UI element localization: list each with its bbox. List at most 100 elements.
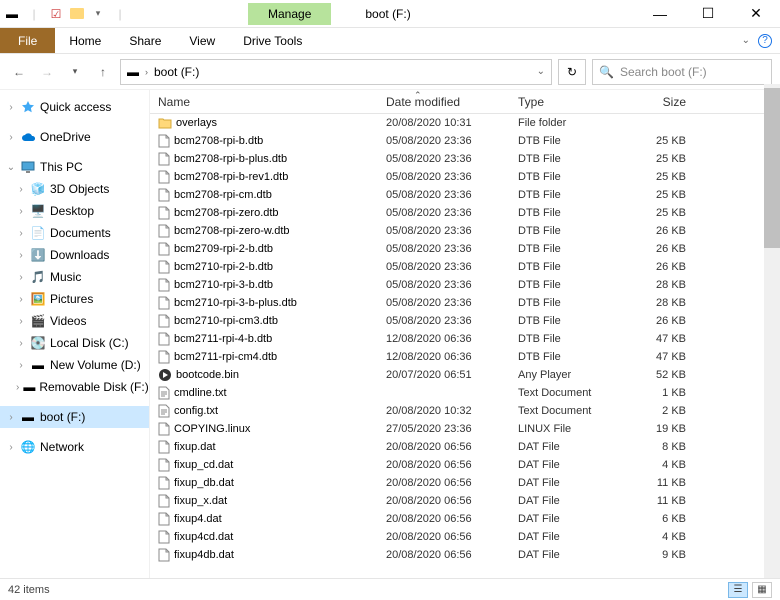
file-row[interactable]: bcm2708-rpi-b.dtb05/08/2020 23:36DTB Fil… — [150, 132, 780, 150]
sidebar-item-onedrive[interactable]: › OneDrive — [0, 126, 149, 148]
sidebar-item-desktop[interactable]: ›🖥️Desktop — [0, 200, 149, 222]
chevron-right-icon[interactable]: › — [6, 412, 16, 423]
thumbnails-view-button[interactable]: ▦ — [752, 582, 772, 598]
file-row[interactable]: bcm2708-rpi-zero.dtb05/08/2020 23:36DTB … — [150, 204, 780, 222]
drive-tools-menu[interactable]: Drive Tools — [229, 28, 316, 53]
history-dropdown-icon[interactable]: ▾ — [64, 61, 86, 83]
qat-dropdown-icon[interactable]: ▾ — [90, 6, 106, 22]
sidebar-item-local-disk[interactable]: ›💽Local Disk (C:) — [0, 332, 149, 354]
file-row[interactable]: COPYING.linux27/05/2020 23:36LINUX File1… — [150, 420, 780, 438]
minimize-button[interactable]: — — [640, 4, 680, 24]
column-size[interactable]: Size — [614, 90, 694, 113]
back-button[interactable]: ← — [8, 61, 30, 83]
maximize-button[interactable]: ☐ — [688, 4, 728, 24]
file-row[interactable]: fixup_db.dat20/08/2020 06:56DAT File11 K… — [150, 474, 780, 492]
file-name: bcm2711-rpi-cm4.dtb — [174, 351, 277, 363]
file-row[interactable]: bcm2710-rpi-3-b-plus.dtb05/08/2020 23:36… — [150, 294, 780, 312]
file-row[interactable]: config.txt20/08/2020 10:32Text Document2… — [150, 402, 780, 420]
sidebar-item-new-volume[interactable]: ›▬New Volume (D:) — [0, 354, 149, 376]
file-row[interactable]: overlays20/08/2020 10:31File folder — [150, 114, 780, 132]
view-menu[interactable]: View — [175, 28, 229, 53]
file-row[interactable]: fixup.dat20/08/2020 06:56DAT File8 KB — [150, 438, 780, 456]
close-button[interactable]: ✕ — [736, 4, 776, 24]
share-menu[interactable]: Share — [115, 28, 175, 53]
file-row[interactable]: bcm2710-rpi-2-b.dtb05/08/2020 23:36DTB F… — [150, 258, 780, 276]
column-type[interactable]: Type — [510, 90, 614, 113]
file-row[interactable]: fixup_cd.dat20/08/2020 06:56DAT File4 KB — [150, 456, 780, 474]
file-row[interactable]: bcm2709-rpi-2-b.dtb05/08/2020 23:36DTB F… — [150, 240, 780, 258]
file-row[interactable]: bcm2708-rpi-zero-w.dtb05/08/2020 23:36DT… — [150, 222, 780, 240]
sidebar-item-3d-objects[interactable]: ›🧊3D Objects — [0, 178, 149, 200]
sidebar-item-videos[interactable]: ›🎬Videos — [0, 310, 149, 332]
usb-drive-icon: ▬ — [20, 410, 36, 424]
home-menu[interactable]: Home — [55, 28, 115, 53]
file-date: 20/08/2020 06:56 — [378, 459, 510, 471]
sidebar-label: New Volume (D:) — [50, 358, 141, 372]
file-size: 47 KB — [614, 333, 694, 345]
chevron-right-icon[interactable]: › — [6, 102, 16, 113]
sidebar-item-pictures[interactable]: ›🖼️Pictures — [0, 288, 149, 310]
chevron-down-icon[interactable]: ⌄ — [6, 162, 16, 173]
address-bar[interactable]: ▬ › boot (F:) ⌄ — [120, 59, 552, 85]
file-name: fixup_cd.dat — [174, 459, 233, 471]
music-icon: 🎵 — [30, 270, 46, 284]
sidebar-item-network[interactable]: › 🌐 Network — [0, 436, 149, 458]
file-row[interactable]: bcm2708-rpi-b-rev1.dtb05/08/2020 23:36DT… — [150, 168, 780, 186]
sidebar-item-boot[interactable]: › ▬ boot (F:) — [0, 406, 149, 428]
search-box[interactable]: 🔍 Search boot (F:) — [592, 59, 772, 85]
file-row[interactable]: bcm2711-rpi-cm4.dtb12/08/2020 06:36DTB F… — [150, 348, 780, 366]
address-dropdown-icon[interactable]: ⌄ — [537, 66, 545, 77]
chevron-right-icon[interactable]: › — [6, 442, 16, 453]
column-date[interactable]: Date modified — [378, 90, 510, 113]
file-size: 4 KB — [614, 531, 694, 543]
address-path: boot (F:) — [154, 65, 199, 79]
qat-icon[interactable]: ☑ — [48, 6, 64, 22]
sidebar-item-quick-access[interactable]: › Quick access — [0, 96, 149, 118]
file-date: 20/08/2020 06:56 — [378, 441, 510, 453]
file-row[interactable]: fixup4db.dat20/08/2020 06:56DAT File9 KB — [150, 546, 780, 564]
sidebar-item-music[interactable]: ›🎵Music — [0, 266, 149, 288]
up-button[interactable]: ↑ — [92, 61, 114, 83]
refresh-button[interactable]: ↻ — [558, 59, 586, 85]
forward-button[interactable]: → — [36, 61, 58, 83]
file-row[interactable]: fixup_x.dat20/08/2020 06:56DAT File11 KB — [150, 492, 780, 510]
manage-tab[interactable]: Manage — [248, 3, 331, 25]
file-size: 2 KB — [614, 405, 694, 417]
file-date: 05/08/2020 23:36 — [378, 243, 510, 255]
sidebar-item-documents[interactable]: ›📄Documents — [0, 222, 149, 244]
chevron-right-icon[interactable]: › — [6, 132, 16, 143]
file-type: DAT File — [510, 549, 614, 561]
file-type: File folder — [510, 117, 614, 129]
help-icon[interactable]: ? — [758, 34, 772, 48]
file-type: DTB File — [510, 261, 614, 273]
file-name: bcm2710-rpi-3-b.dtb — [174, 279, 273, 291]
scrollbar-thumb[interactable] — [764, 88, 780, 248]
sidebar-item-this-pc[interactable]: ⌄ This PC — [0, 156, 149, 178]
file-row[interactable]: bcm2710-rpi-3-b.dtb05/08/2020 23:36DTB F… — [150, 276, 780, 294]
details-view-button[interactable]: ☰ — [728, 582, 748, 598]
sidebar-item-downloads[interactable]: ›⬇️Downloads — [0, 244, 149, 266]
vertical-scrollbar[interactable] — [764, 84, 780, 578]
file-row[interactable]: bcm2711-rpi-4-b.dtb12/08/2020 06:36DTB F… — [150, 330, 780, 348]
path-chevron-icon[interactable]: › — [145, 67, 148, 77]
file-row[interactable]: bcm2710-rpi-cm3.dtb05/08/2020 23:36DTB F… — [150, 312, 780, 330]
file-list[interactable]: overlays20/08/2020 10:31File folderbcm27… — [150, 114, 780, 564]
file-row[interactable]: fixup4cd.dat20/08/2020 06:56DAT File4 KB — [150, 528, 780, 546]
file-type: DTB File — [510, 351, 614, 363]
file-row[interactable]: bcm2708-rpi-cm.dtb05/08/2020 23:36DTB Fi… — [150, 186, 780, 204]
file-name: bcm2708-rpi-zero-w.dtb — [174, 225, 290, 237]
sidebar-item-removable[interactable]: ›▬Removable Disk (F:) — [0, 376, 149, 398]
quick-access-toolbar: ▬ | ☑ ▾ | — [4, 6, 128, 22]
file-row[interactable]: bcm2708-rpi-b-plus.dtb05/08/2020 23:36DT… — [150, 150, 780, 168]
menu-bar: File Home Share View Drive Tools ⌄ ? — [0, 28, 780, 54]
column-name[interactable]: Name — [150, 90, 378, 113]
file-row[interactable]: cmdline.txtText Document1 KB — [150, 384, 780, 402]
file-menu[interactable]: File — [0, 28, 55, 53]
file-date: 05/08/2020 23:36 — [378, 135, 510, 147]
file-row[interactable]: fixup4.dat20/08/2020 06:56DAT File6 KB — [150, 510, 780, 528]
file-icon — [158, 170, 170, 184]
file-row[interactable]: bootcode.bin20/07/2020 06:51Any Player52… — [150, 366, 780, 384]
file-icon — [158, 548, 170, 562]
ribbon-collapse-icon[interactable]: ⌄ — [742, 35, 750, 46]
sidebar-label: OneDrive — [40, 130, 91, 144]
